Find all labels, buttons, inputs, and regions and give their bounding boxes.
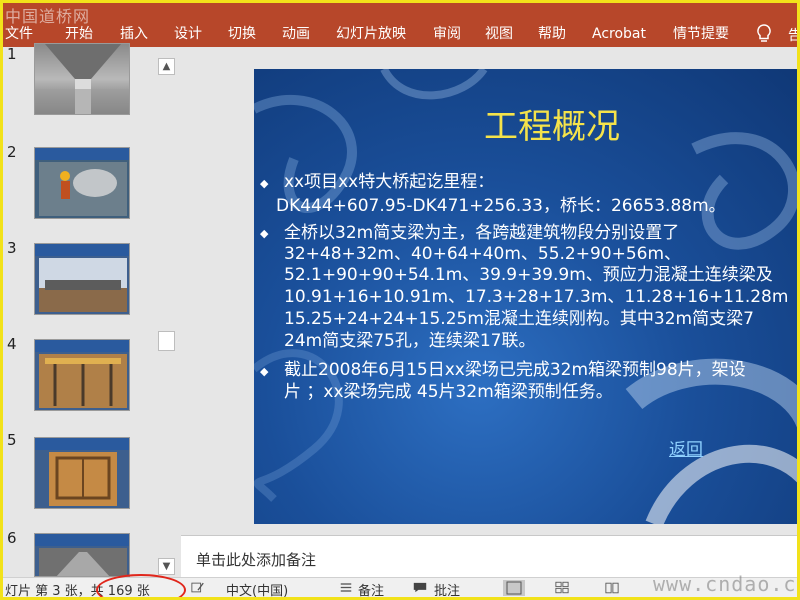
bullet-diamond-icon: ◆ xyxy=(260,177,269,190)
bullet-3-line-2: 片 ；xx梁场完成 45片32m箱梁预制任务。 xyxy=(284,382,613,402)
thumb-number: 6 xyxy=(7,529,17,547)
comments-button[interactable]: 批注 xyxy=(434,580,460,597)
bullet-3-line-1: 截止2008年6月15日xx梁场已完成32m箱梁预制98片，架设 xyxy=(284,360,746,380)
slide-thumbnail-6[interactable] xyxy=(34,533,130,577)
slide-thumbnail-4[interactable] xyxy=(34,339,130,411)
slide-thumbnail-2[interactable] xyxy=(34,147,130,219)
thumbnail-scrollbar[interactable]: ▲ ▼ xyxy=(156,53,176,579)
thumb-number: 4 xyxy=(7,335,17,353)
slide-sorter-view-icon[interactable] xyxy=(555,581,569,594)
bullet-2-line-2: 32+48+32m、40+64+40m、55.2+90+56m、 xyxy=(284,244,682,264)
tab-animations[interactable]: 动画 xyxy=(282,25,310,43)
language-indicator[interactable]: 中文(中国) xyxy=(226,580,288,597)
thumb-number: 5 xyxy=(7,431,17,449)
bullet-1-line-2: DK444+607.95-DK471+256.33，桥长：26653.88m。 xyxy=(276,196,726,216)
scroll-down-button[interactable]: ▼ xyxy=(158,558,175,575)
thumbnail-image xyxy=(39,548,127,576)
bullet-2-line-3: 52.1+90+90+54.1m、39.9+39.9m、预应力混凝土连续梁及 xyxy=(284,265,773,285)
tell-me-label[interactable]: 告 xyxy=(788,25,797,45)
scrollbar-thumb[interactable] xyxy=(158,331,175,351)
tab-insert[interactable]: 插入 xyxy=(120,25,148,43)
slide-thumbnail-5[interactable] xyxy=(34,437,130,509)
thumbnail-image xyxy=(39,162,127,216)
thumb-number: 3 xyxy=(7,239,17,257)
tab-review[interactable]: 审阅 xyxy=(433,25,461,43)
ribbon-tab-bar: 中国道桥网 文件 开始 插入 设计 切换 动画 幻灯片放映 审阅 视图 帮助 A… xyxy=(3,3,797,47)
notes-button[interactable]: 备注 xyxy=(358,580,384,597)
watermark-bottom: www.cndao.com xyxy=(653,572,797,596)
tab-view[interactable]: 视图 xyxy=(485,25,513,43)
bullet-2-line-4: 10.91+16+10.91m、17.3+28+17.3m、11.28+16+1… xyxy=(284,287,789,307)
bullet-2-line-1: 全桥以32m简支梁为主，各跨越建筑物段分别设置了 xyxy=(284,223,680,243)
thumb-number: 2 xyxy=(7,143,17,161)
current-slide[interactable]: 工程概况 ◆ xx项目xx特大桥起讫里程： DK444+607.95-DK471… xyxy=(254,69,797,524)
slide-thumbnail-pane: 1 2 3 4 5 6 xyxy=(3,43,181,577)
bullet-diamond-icon: ◆ xyxy=(260,227,269,240)
scroll-up-button[interactable]: ▲ xyxy=(158,58,175,75)
normal-view-icon[interactable] xyxy=(503,580,525,596)
tab-design[interactable]: 设计 xyxy=(174,25,202,43)
notes-icon[interactable] xyxy=(339,581,353,594)
notes-pane[interactable]: 单击此处添加备注 xyxy=(181,535,797,577)
reading-view-icon[interactable] xyxy=(605,581,619,594)
back-link[interactable]: 返回 xyxy=(669,435,703,460)
lightbulb-icon[interactable] xyxy=(755,23,773,45)
thumb-number: 1 xyxy=(7,45,17,63)
thumbnail-image xyxy=(35,44,129,114)
tab-acrobat[interactable]: Acrobat xyxy=(592,25,646,43)
slide-thumbnail-3[interactable] xyxy=(34,243,130,315)
tab-storyboard[interactable]: 情节提要 xyxy=(673,25,729,43)
bullet-1-line-1: xx项目xx特大桥起讫里程： xyxy=(284,172,495,192)
spell-check-icon[interactable] xyxy=(191,581,205,594)
tab-home[interactable]: 开始 xyxy=(65,25,93,43)
thumbnail-image xyxy=(39,258,127,312)
tab-slideshow[interactable]: 幻灯片放映 xyxy=(336,25,406,43)
slide-editor: 工程概况 ◆ xx项目xx特大桥起讫里程： DK444+607.95-DK471… xyxy=(181,47,797,535)
tab-transitions[interactable]: 切换 xyxy=(228,25,256,43)
notes-placeholder[interactable]: 单击此处添加备注 xyxy=(196,549,316,570)
slide-title: 工程概况 xyxy=(484,107,620,147)
bullet-diamond-icon: ◆ xyxy=(260,365,269,378)
thumbnail-image xyxy=(39,354,127,408)
tab-file[interactable]: 文件 xyxy=(5,25,33,43)
powerpoint-window: 中国道桥网 文件 开始 插入 设计 切换 动画 幻灯片放映 审阅 视图 帮助 A… xyxy=(3,3,797,597)
comment-icon[interactable] xyxy=(413,581,427,594)
bullet-2-line-5: 15.25+24+24+15.25m混凝土连续刚构。其中32m简支梁7 xyxy=(284,309,754,329)
thumbnail-image xyxy=(49,452,117,506)
bullet-2-line-6: 24m简支梁75孔，连续梁17联。 xyxy=(284,331,536,351)
slide-thumbnail-1[interactable] xyxy=(34,43,130,115)
watermark-top: 中国道桥网 xyxy=(5,7,91,26)
tab-help[interactable]: 帮助 xyxy=(538,25,566,43)
